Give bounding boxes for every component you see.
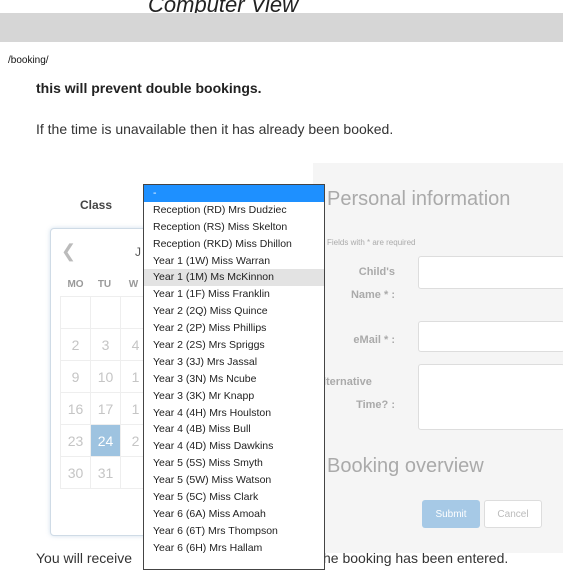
- calendar-day-cell[interactable]: 9: [60, 360, 91, 393]
- calendar-week-row: [60, 296, 151, 329]
- calendar-week-row: 9 10 1: [60, 360, 151, 393]
- calendar-week-row: 234: [60, 328, 151, 361]
- calendar-day-cell: [60, 296, 91, 329]
- weekday-label: TU: [97, 278, 112, 290]
- dropdown-option[interactable]: Year 5 (5C) Miss Clark: [144, 489, 324, 506]
- calendar-day-cell: [90, 296, 121, 329]
- calendar-day-cell[interactable]: 10: [90, 360, 121, 393]
- alt-time-textarea[interactable]: [418, 364, 563, 430]
- dropdown-option[interactable]: Year 6 (6A) Miss Amoah: [144, 506, 324, 523]
- dropdown-option[interactable]: Year 6 (6T) Mrs Thompson: [144, 523, 324, 540]
- calendar-day-cell[interactable]: 24: [90, 424, 121, 457]
- dropdown-option[interactable]: Year 3 (3N) Ms Ncube: [144, 371, 324, 388]
- calendar-day-cell[interactable]: 2: [60, 328, 91, 361]
- dropdown-option[interactable]: Year 3 (3J) Mrs Jassal: [144, 354, 324, 371]
- dropdown-option[interactable]: Year 5 (5W) Miss Watson: [144, 472, 324, 489]
- email-label: eMail * :: [353, 334, 395, 346]
- calendar-week-row: 16 17 1: [60, 392, 151, 425]
- dropdown-option[interactable]: Year 1 (1M) Ms McKinnon: [144, 269, 324, 287]
- calendar-day-cell[interactable]: 30: [60, 456, 91, 489]
- calendar-day-cell[interactable]: 23: [60, 424, 91, 457]
- dropdown-option[interactable]: Year 3 (3K) Mr Knapp: [144, 388, 324, 405]
- dropdown-option[interactable]: Reception (RS) Miss Skelton: [144, 219, 324, 236]
- submit-button[interactable]: Submit: [422, 500, 480, 528]
- calendar-week-row: 30 31: [60, 456, 151, 489]
- intro-bold-text: this will prevent double bookings.: [36, 80, 262, 96]
- alt-time-label-line1: Alternative: [315, 376, 372, 388]
- alt-time-label-line2: Time? :: [356, 399, 395, 411]
- child-name-label-line2: Name * :: [350, 289, 395, 301]
- url-path: /booking/: [8, 55, 49, 66]
- child-name-input[interactable]: [418, 256, 563, 289]
- dropdown-option[interactable]: Year 4 (4D) Miss Dawkins: [144, 438, 324, 455]
- dropdown-option[interactable]: Year 6 (6H) Mrs Hallam: [144, 540, 324, 557]
- dropdown-option[interactable]: Year 2 (2P) Miss Phillips: [144, 320, 324, 337]
- required-note: Fields with * are required: [327, 238, 416, 247]
- intro-text: If the time is unavailable then it has a…: [36, 121, 394, 137]
- personal-info-panel: Personal information Fields with * are r…: [313, 163, 563, 553]
- calendar-day-cell[interactable]: 16: [60, 392, 91, 425]
- calendar-day-cell[interactable]: 17: [90, 392, 121, 425]
- calendar-week-row: 23 24 2: [60, 424, 151, 457]
- bottom-text-left: You will receive: [36, 550, 132, 566]
- dropdown-option[interactable]: Reception (RKD) Miss Dhillon: [144, 236, 324, 253]
- dropdown-option[interactable]: Reception (RD) Mrs Dudziec: [144, 202, 324, 219]
- dropdown-option[interactable]: Year 5 (5S) Miss Smyth: [144, 455, 324, 472]
- bottom-text-right: he booking has been entered.: [323, 550, 509, 566]
- class-dropdown-list[interactable]: - Reception (RD) Mrs Dudziec Reception (RS…: [143, 184, 325, 570]
- dropdown-option[interactable]: Year 4 (4H) Mrs Houlston: [144, 405, 324, 422]
- grey-header-bar: [0, 13, 563, 42]
- chevron-left-icon[interactable]: ❮: [61, 241, 76, 262]
- child-name-label-line1: Child's: [358, 266, 395, 278]
- calendar-day-cell[interactable]: 3: [90, 328, 121, 361]
- email-input[interactable]: [418, 321, 563, 352]
- dropdown-option[interactable]: Year 1 (1W) Miss Warran: [144, 253, 324, 270]
- dropdown-option[interactable]: Year 1 (1F) Miss Franklin: [144, 286, 324, 303]
- calendar-month-label: J: [135, 245, 141, 259]
- dropdown-option[interactable]: Year 2 (2Q) Miss Quince: [144, 303, 324, 320]
- dropdown-option[interactable]: Year 4 (4B) Miss Bull: [144, 421, 324, 438]
- calendar-day-cell[interactable]: 31: [90, 456, 121, 489]
- dropdown-option[interactable]: -: [144, 185, 324, 202]
- weekday-label: MO: [67, 278, 84, 290]
- calendar-weekday-row: MO TU W: [61, 271, 151, 297]
- calendar-grid: MO TU W 2 3 4 9 10 1 16 17 1 23 24 2 30 31: [60, 271, 151, 489]
- dropdown-option[interactable]: Year 2 (2S) Mrs Spriggs: [144, 337, 324, 354]
- cancel-button[interactable]: Cancel: [484, 500, 542, 528]
- booking-overview-title: Booking overview: [327, 455, 484, 477]
- class-label: Class: [80, 198, 113, 212]
- personal-info-title: Personal information: [327, 188, 511, 210]
